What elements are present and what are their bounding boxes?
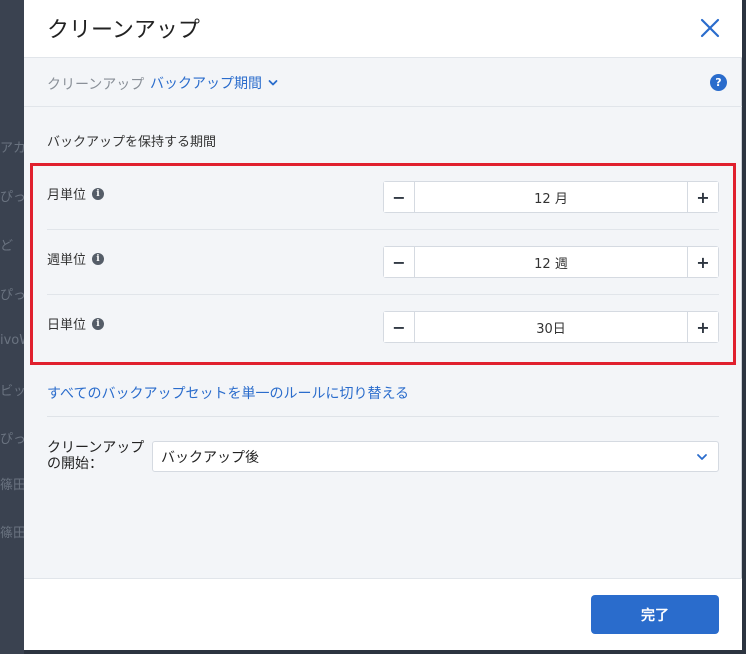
switch-single-rule-link[interactable]: すべてのバックアップセットを単一のルールに切り替える	[47, 383, 409, 403]
retention-row-daily: 日単位 i − +	[47, 295, 719, 360]
divider	[47, 416, 719, 417]
weekly-stepper: − +	[383, 246, 719, 278]
background-text: ど	[0, 239, 14, 254]
retention-row-monthly: 月単位 i − +	[47, 165, 719, 230]
dialog-title: クリーンアップ	[47, 18, 200, 43]
breadcrumb-current-dropdown[interactable]: バックアップ期間	[150, 73, 278, 93]
background-text: アカ	[0, 141, 24, 156]
breadcrumb: クリーンアップ バックアップ期間 ?	[24, 58, 742, 107]
chevron-down-icon	[268, 80, 278, 86]
info-icon[interactable]: i	[92, 252, 105, 265]
weekly-value-input[interactable]	[415, 247, 687, 277]
dialog-footer: 完了	[24, 578, 742, 650]
daily-value-input[interactable]	[415, 312, 687, 342]
breadcrumb-current-label: バックアップ期間	[150, 76, 262, 92]
decrement-button[interactable]: −	[384, 312, 415, 342]
retention-section-title: バックアップを保持する期間	[47, 135, 217, 150]
background-text: ぴっ	[0, 288, 24, 303]
row-label-text: 日単位	[47, 318, 87, 333]
chevron-down-icon	[697, 454, 707, 460]
daily-stepper: − +	[383, 311, 719, 343]
monthly-value-input[interactable]	[415, 182, 687, 212]
row-label: 月単位 i	[47, 184, 105, 203]
row-label-text: 週単位	[47, 253, 87, 268]
background-text: ivoW	[0, 333, 24, 348]
background-text: 篠田	[0, 478, 24, 493]
cleanup-start-select[interactable]: バックアップ後	[152, 441, 719, 472]
done-button[interactable]: 完了	[591, 595, 719, 634]
select-value: バックアップ後	[161, 449, 259, 466]
breadcrumb-root: クリーンアップ	[47, 77, 145, 93]
background-app: アカ ぴっ ど ぴっ ivoW ビッ ぴっ 篠田 篠田	[0, 0, 24, 654]
close-button[interactable]	[696, 14, 724, 42]
cleanup-dialog: クリーンアップ クリーンアップ バックアップ期間 ? バックアップを保持する期間…	[24, 0, 742, 650]
decrement-button[interactable]: −	[384, 247, 415, 277]
decrement-button[interactable]: −	[384, 182, 415, 212]
retention-row-weekly: 週単位 i − +	[47, 230, 719, 295]
help-icon[interactable]: ?	[710, 74, 727, 91]
increment-button[interactable]: +	[687, 312, 718, 342]
background-text: 篠田	[0, 526, 24, 541]
background-text: ビッ	[0, 384, 24, 399]
info-icon[interactable]: i	[92, 187, 105, 200]
info-icon[interactable]: i	[92, 317, 105, 330]
background-text: ぴっ	[0, 190, 24, 205]
row-label: 日単位 i	[47, 314, 105, 333]
increment-button[interactable]: +	[687, 182, 718, 212]
monthly-stepper: − +	[383, 181, 719, 213]
row-label: 週単位 i	[47, 249, 105, 268]
cleanup-start-label: クリーンアップの開始：	[47, 440, 145, 472]
row-label-text: 月単位	[47, 188, 87, 203]
background-text: ぴっ	[0, 432, 24, 447]
dialog-header: クリーンアップ	[24, 0, 742, 58]
increment-button[interactable]: +	[687, 247, 718, 277]
close-icon	[700, 18, 720, 38]
